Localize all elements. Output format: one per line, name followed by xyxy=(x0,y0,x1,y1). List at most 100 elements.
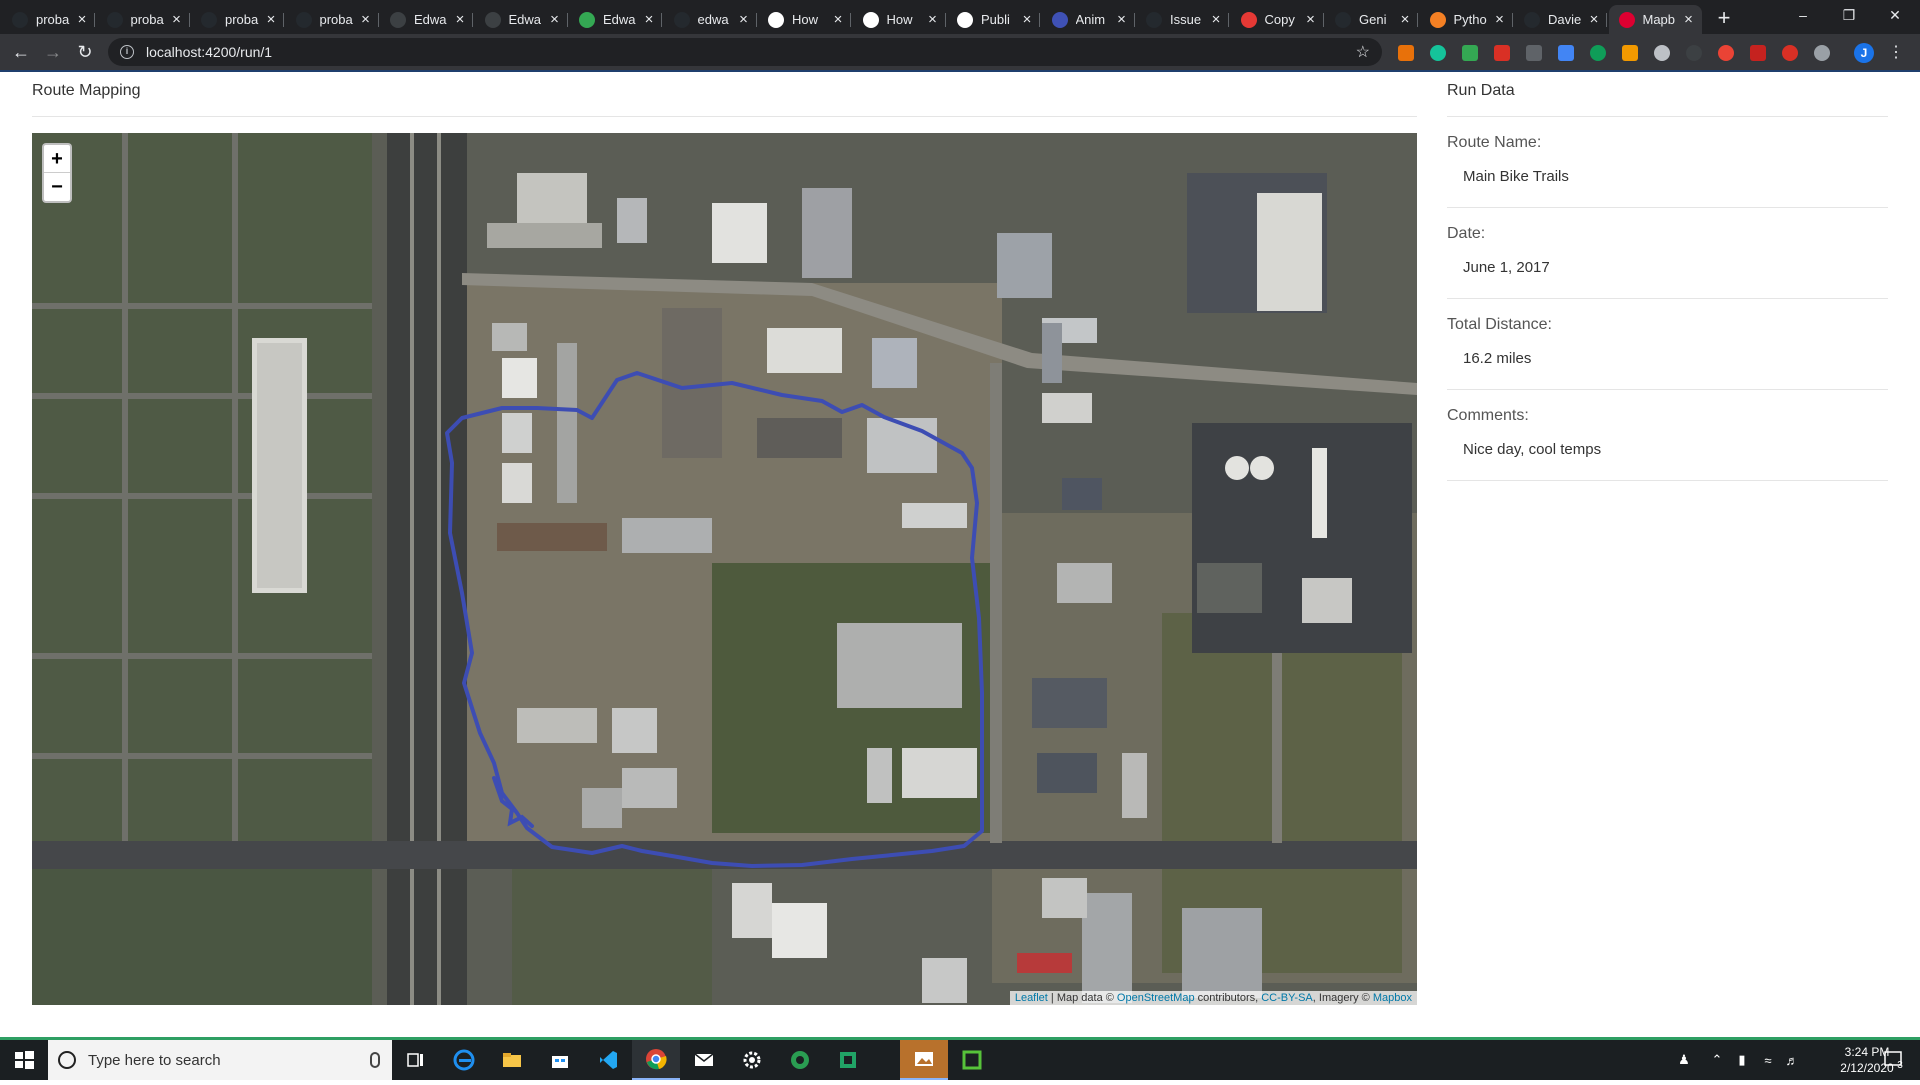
tab-close-icon[interactable]: × xyxy=(1020,12,1034,27)
browser-tab[interactable]: Mapb × xyxy=(1608,5,1702,34)
tab-title[interactable]: Mapb xyxy=(1643,12,1682,27)
tab-title[interactable]: proba xyxy=(36,12,75,27)
tab-title[interactable]: proba xyxy=(225,12,264,27)
browser-tab[interactable]: proba × xyxy=(2,5,95,34)
tab-title[interactable]: proba xyxy=(131,12,170,27)
satellite-imagery[interactable] xyxy=(32,133,1417,1005)
extension-orange-box-icon[interactable] xyxy=(1622,45,1638,61)
tab-title[interactable]: Davie xyxy=(1548,12,1587,27)
browser-tab[interactable]: proba × xyxy=(191,5,284,34)
tab-close-icon[interactable]: × xyxy=(264,12,278,27)
wifi-icon[interactable]: ≈ xyxy=(1756,1040,1780,1080)
route-map[interactable]: + − Leaflet | Map data © OpenStreetMap c… xyxy=(32,133,1417,1005)
openstreetmap-link[interactable]: OpenStreetMap xyxy=(1117,992,1195,1004)
extension-grammarly-icon[interactable] xyxy=(1430,45,1446,61)
tab-close-icon[interactable]: × xyxy=(1493,12,1507,27)
browser-tab[interactable]: Davie × xyxy=(1514,5,1607,34)
extension-green-dot-icon[interactable] xyxy=(1590,45,1606,61)
action-center-icon[interactable]: 3 xyxy=(1876,1040,1910,1080)
file-explorer-icon[interactable] xyxy=(488,1040,536,1080)
tab-title[interactable]: Copy xyxy=(1265,12,1304,27)
browser-tab[interactable]: How × xyxy=(758,5,851,34)
tab-close-icon[interactable]: × xyxy=(1587,12,1601,27)
edge-beta-icon[interactable] xyxy=(776,1040,824,1080)
extension-gear-icon[interactable] xyxy=(1654,45,1670,61)
settings-gear-icon[interactable] xyxy=(728,1040,776,1080)
bookmark-star-icon[interactable]: ☆ xyxy=(1356,42,1370,62)
extension-fox-icon[interactable] xyxy=(1398,45,1414,61)
close-window-icon[interactable]: ✕ xyxy=(1872,0,1918,30)
people-icon[interactable]: ♟ xyxy=(1672,1040,1696,1080)
extension-red-icon[interactable] xyxy=(1494,45,1510,61)
task-view-icon[interactable] xyxy=(392,1040,440,1080)
tab-close-icon[interactable]: × xyxy=(1115,12,1129,27)
photos-icon[interactable] xyxy=(900,1040,948,1080)
zoom-in-button[interactable]: + xyxy=(44,145,70,173)
browser-tab[interactable]: How × xyxy=(853,5,946,34)
browser-tab[interactable]: Geni × xyxy=(1325,5,1418,34)
search-placeholder[interactable]: Type here to search xyxy=(88,1052,370,1069)
tab-close-icon[interactable]: × xyxy=(1398,12,1412,27)
mapbox-link[interactable]: Mapbox xyxy=(1373,992,1412,1004)
tab-close-icon[interactable]: × xyxy=(170,12,184,27)
browser-tab[interactable]: Issue × xyxy=(1136,5,1229,34)
chrome-icon[interactable] xyxy=(632,1040,680,1080)
tab-close-icon[interactable]: × xyxy=(1682,12,1696,27)
minimize-icon[interactable]: – xyxy=(1780,0,1826,30)
browser-tab[interactable]: proba × xyxy=(286,5,379,34)
vscode-icon[interactable] xyxy=(584,1040,632,1080)
tab-close-icon[interactable]: × xyxy=(453,12,467,27)
new-tab-button[interactable]: + xyxy=(1710,5,1738,33)
tab-close-icon[interactable]: × xyxy=(642,12,656,27)
browser-tab[interactable]: edwa × xyxy=(664,5,757,34)
tab-title[interactable]: Issue xyxy=(1170,12,1209,27)
browser-tab[interactable]: Copy × xyxy=(1231,5,1324,34)
tab-close-icon[interactable]: × xyxy=(926,12,940,27)
camtasia-icon[interactable] xyxy=(948,1040,996,1080)
browser-tab[interactable]: Anim × xyxy=(1042,5,1135,34)
microphone-icon[interactable] xyxy=(370,1052,380,1068)
spreadsheet-app-icon[interactable] xyxy=(824,1040,872,1080)
tab-close-icon[interactable]: × xyxy=(1209,12,1223,27)
browser-tab[interactable]: Edwa × xyxy=(569,5,662,34)
extension-play-icon[interactable] xyxy=(1750,45,1766,61)
tab-title[interactable]: Edwa xyxy=(603,12,642,27)
tab-title[interactable]: proba xyxy=(320,12,359,27)
browser-tab[interactable]: Edwa × xyxy=(475,5,568,34)
leaflet-link[interactable]: Leaflet xyxy=(1015,992,1048,1004)
extension-stop-icon[interactable] xyxy=(1782,45,1798,61)
reload-icon[interactable]: ↻ xyxy=(72,40,98,66)
maximize-icon[interactable]: ❐ xyxy=(1826,0,1872,30)
store-icon[interactable] xyxy=(536,1040,584,1080)
volume-icon[interactable]: ♬ xyxy=(1780,1040,1804,1080)
license-link[interactable]: CC-BY-SA xyxy=(1261,992,1313,1004)
tab-close-icon[interactable]: × xyxy=(1304,12,1318,27)
tab-title[interactable]: How xyxy=(792,12,831,27)
url-text[interactable]: localhost:4200/run/1 xyxy=(146,44,1356,60)
browser-tab[interactable]: proba × xyxy=(97,5,190,34)
tab-title[interactable]: Publi xyxy=(981,12,1020,27)
chrome-menu-icon[interactable]: ⋮ xyxy=(1888,42,1904,62)
extension-target-icon[interactable] xyxy=(1718,45,1734,61)
taskbar-search[interactable]: Type here to search xyxy=(48,1040,392,1080)
tab-title[interactable]: Pytho xyxy=(1454,12,1493,27)
tab-title[interactable]: Edwa xyxy=(509,12,548,27)
battery-icon[interactable]: ▮ xyxy=(1730,1040,1754,1080)
profile-avatar[interactable]: J xyxy=(1854,43,1874,63)
browser-tab[interactable]: Publi × xyxy=(947,5,1040,34)
tab-close-icon[interactable]: × xyxy=(359,12,373,27)
tab-title[interactable]: Anim xyxy=(1076,12,1115,27)
zoom-out-button[interactable]: − xyxy=(44,173,70,201)
extension-screen-icon[interactable] xyxy=(1526,45,1542,61)
tab-title[interactable]: How xyxy=(887,12,926,27)
tab-close-icon[interactable]: × xyxy=(831,12,845,27)
browser-tab[interactable]: Edwa × xyxy=(380,5,473,34)
address-bar[interactable]: i localhost:4200/run/1 ☆ xyxy=(108,38,1382,66)
show-hidden-icons-chevron-icon[interactable]: ⌃ xyxy=(1708,1040,1726,1080)
mail-icon[interactable] xyxy=(680,1040,728,1080)
extension-dark-icon[interactable] xyxy=(1686,45,1702,61)
extension-leaf-icon[interactable] xyxy=(1462,45,1478,61)
windows-start-icon[interactable] xyxy=(0,1040,48,1080)
back-icon[interactable]: ← xyxy=(8,40,34,66)
site-info-icon[interactable]: i xyxy=(120,45,134,59)
